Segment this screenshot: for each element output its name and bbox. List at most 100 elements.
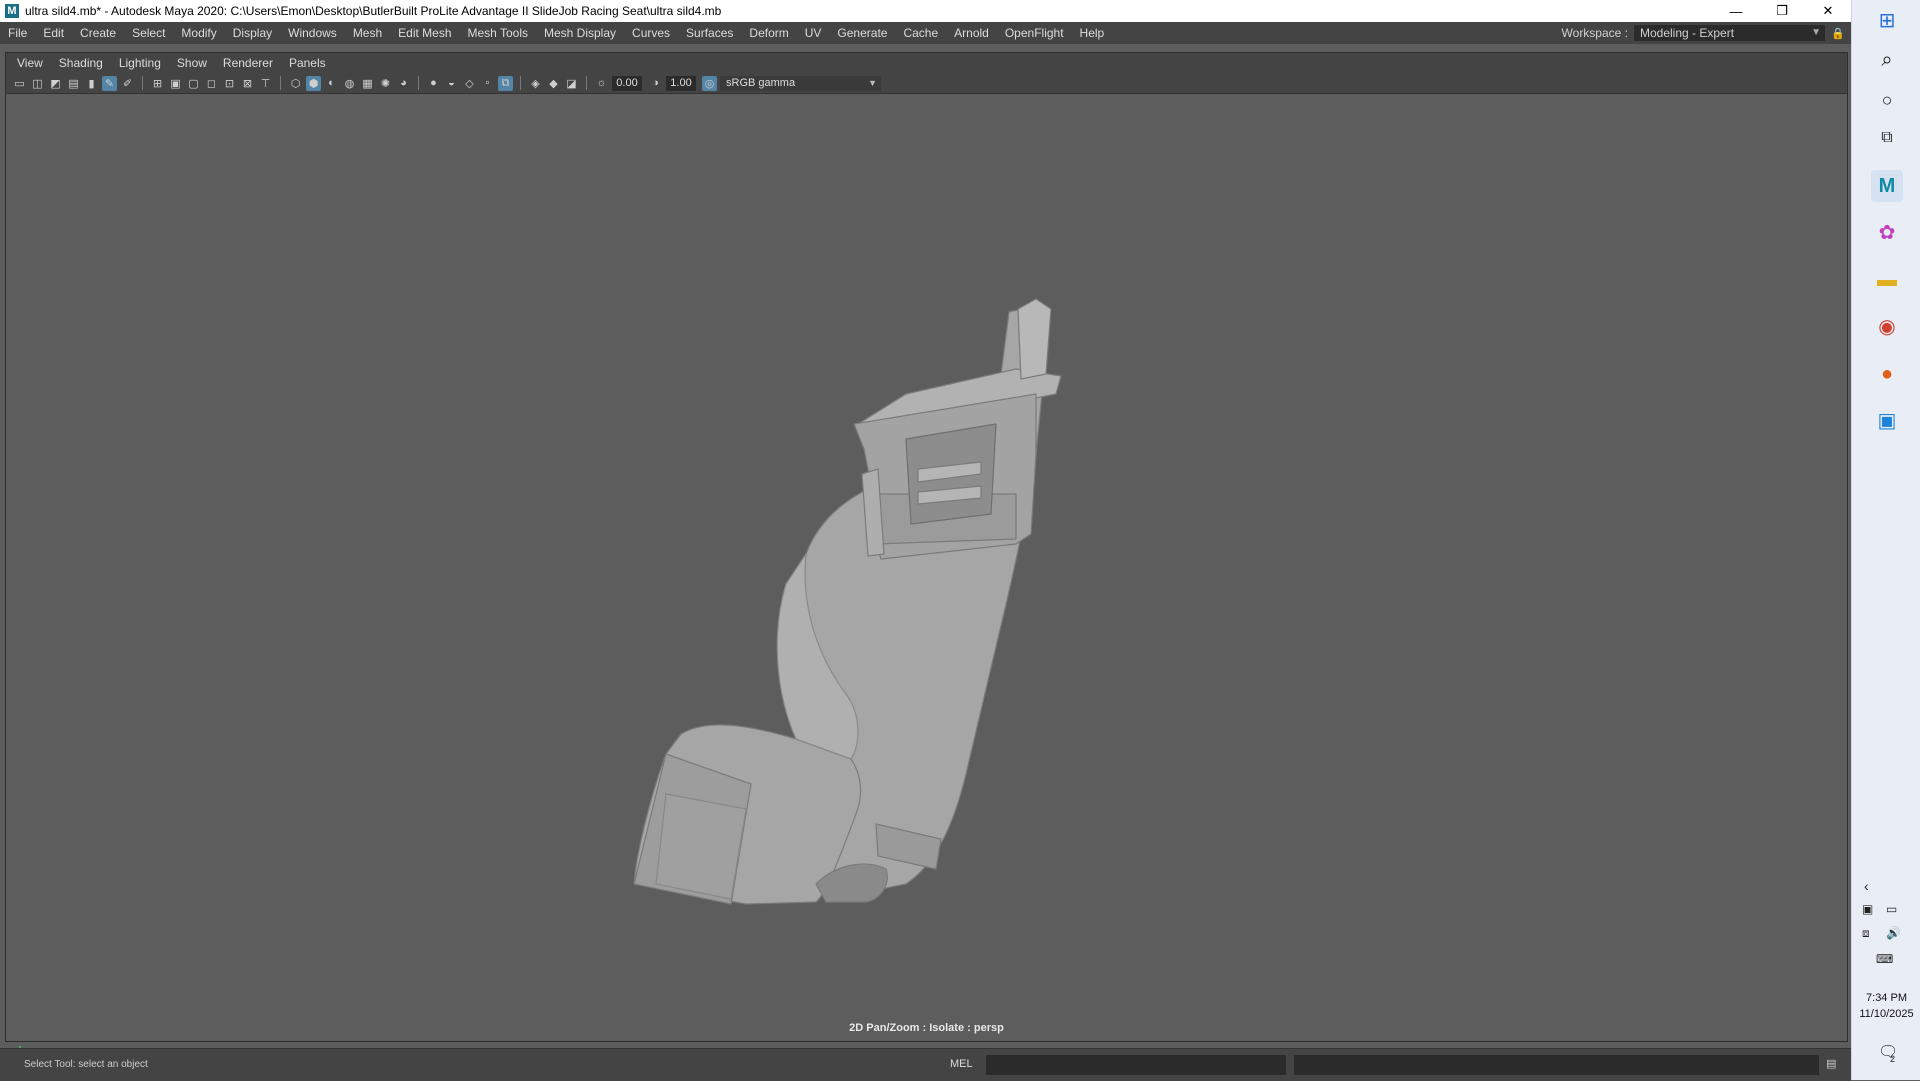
exposure-field[interactable]: 0.00 [612, 75, 642, 91]
menu-create[interactable]: Create [72, 26, 124, 40]
pin-icon[interactable]: ▮ [84, 76, 99, 91]
menu-uv[interactable]: UV [797, 26, 830, 40]
gamma-icon[interactable]: ◑ [648, 76, 663, 91]
menu-mesh-display[interactable]: Mesh Display [536, 26, 624, 40]
copilot-icon[interactable]: ✿ [1871, 216, 1903, 248]
depth-of-field-icon[interactable]: ▫ [480, 76, 495, 91]
isolate-select-icon[interactable]: ⧉ [498, 75, 513, 91]
safe-action-icon[interactable]: ⊠ [240, 76, 255, 91]
motion-blur-icon[interactable]: ◒ [444, 76, 459, 91]
gamma-field[interactable]: 1.00 [666, 75, 696, 91]
view-transform-dropdown[interactable]: sRGB gamma ▼ [720, 75, 881, 91]
windows-start-icon[interactable]: ⊞ [1871, 4, 1903, 36]
viewport-panel: View Shading Lighting Show Renderer Pane… [5, 52, 1848, 1067]
default-material-icon[interactable]: ◐ [324, 76, 339, 91]
camera-attributes-icon[interactable]: ◫ [30, 76, 45, 91]
photos-icon[interactable]: ▣ [1871, 404, 1903, 436]
notification-count: 2 [1890, 1054, 1896, 1064]
chrome-icon[interactable]: ◉ [1871, 310, 1903, 342]
color-management-icon[interactable]: ◎ [702, 75, 717, 91]
network-share-icon[interactable]: ▣ [1862, 902, 1873, 916]
workspace-dropdown[interactable]: Modeling - Expert ▼ [1634, 25, 1825, 41]
file-explorer-icon[interactable]: ▬ [1871, 264, 1903, 296]
menu-mesh-tools[interactable]: Mesh Tools [460, 26, 536, 40]
menu-openflight[interactable]: OpenFlight [997, 26, 1072, 40]
script-editor-icon[interactable]: ▤ [1826, 1057, 1842, 1073]
bookmark-icon[interactable]: ◩ [48, 76, 63, 91]
task-view-icon[interactable]: ⧉ [1871, 122, 1903, 154]
racing-seat-model[interactable] [6, 94, 1847, 1040]
resolution-gate-icon[interactable]: ▢ [186, 76, 201, 91]
shadows-icon[interactable]: ◕ [396, 76, 411, 91]
wireframe-icon[interactable]: ⬡ [288, 76, 303, 91]
xray-icon[interactable]: ◈ [528, 76, 543, 91]
3d-viewport[interactable] [6, 94, 1847, 1040]
menu-display[interactable]: Display [225, 26, 280, 40]
wireframe-on-shaded-icon[interactable]: ◍ [342, 76, 357, 91]
screen-space-ao-icon[interactable]: ● [426, 76, 441, 91]
view-transform-value: sRGB gamma [726, 76, 796, 89]
maya-taskbar-icon[interactable]: M [1871, 170, 1903, 202]
keyboard-icon[interactable]: ⌨ [1876, 952, 1893, 966]
panel-menu-view[interactable]: View [9, 56, 51, 70]
xray-components-icon[interactable]: ◪ [564, 76, 579, 91]
camera-icon[interactable]: ▭ [12, 76, 27, 91]
search-icon[interactable]: ⌕ [1871, 44, 1903, 76]
main-menu-bar: File Edit Create Select Modify Display W… [0, 22, 1851, 44]
menu-generate[interactable]: Generate [829, 26, 895, 40]
clock-time[interactable]: 7:34 PM [1852, 992, 1920, 1004]
firefox-icon[interactable]: ● [1871, 358, 1903, 390]
menu-mesh[interactable]: Mesh [345, 26, 390, 40]
panel-menu-lighting[interactable]: Lighting [111, 56, 169, 70]
menu-cache[interactable]: Cache [895, 26, 946, 40]
exposure-icon[interactable]: ☼ [594, 76, 609, 91]
image-plane-icon[interactable]: ▤ [66, 76, 81, 91]
lock-icon[interactable]: 🔒 [1831, 27, 1845, 40]
panel-menu-panels[interactable]: Panels [281, 56, 334, 70]
menu-edit[interactable]: Edit [35, 26, 72, 40]
menu-windows[interactable]: Windows [280, 26, 345, 40]
panel-menu-show[interactable]: Show [169, 56, 215, 70]
field-chart-icon[interactable]: ⊡ [222, 76, 237, 91]
pencil-icon[interactable]: ✐ [120, 76, 135, 91]
textured-icon[interactable]: ▦ [360, 76, 375, 91]
restore-button[interactable]: ❐ [1759, 0, 1805, 22]
command-line-input[interactable] [986, 1055, 1286, 1075]
close-button[interactable]: ✕ [1805, 0, 1851, 22]
film-gate-icon[interactable]: ▣ [168, 76, 183, 91]
maya-logo-icon: M [5, 4, 19, 18]
windows-taskbar: ⊞ ⌕ ○ ⧉ M ✿ ▬ ◉ ● ▣ ‹ ▣ ▭ ⧈ 🔊 ⌨ 7:34 PM … [1851, 0, 1920, 1080]
volume-icon[interactable]: 🔊 [1886, 926, 1901, 940]
menu-arnold[interactable]: Arnold [946, 26, 997, 40]
smooth-shade-icon[interactable]: ⬢ [306, 75, 321, 91]
menu-deform[interactable]: Deform [741, 26, 796, 40]
usb-icon[interactable]: ⧈ [1862, 926, 1870, 941]
menu-curves[interactable]: Curves [624, 26, 678, 40]
display-icon[interactable]: ▭ [1886, 902, 1897, 916]
minimize-button[interactable]: — [1713, 0, 1759, 22]
menu-edit-mesh[interactable]: Edit Mesh [390, 26, 459, 40]
xray-joints-icon[interactable]: ◆ [546, 76, 561, 91]
grid-icon[interactable]: ⊞ [150, 76, 165, 91]
lights-icon[interactable]: ✺ [378, 76, 393, 91]
menu-file[interactable]: File [0, 26, 35, 40]
mel-toggle[interactable]: MEL [950, 1058, 973, 1070]
panel-menu-renderer[interactable]: Renderer [215, 56, 281, 70]
chevron-left-icon[interactable]: ‹ [1864, 878, 1869, 894]
notification-center-icon[interactable]: 🗨 [1878, 1042, 1898, 1062]
clock-date[interactable]: 11/10/2025 [1852, 1008, 1920, 1020]
menu-surfaces[interactable]: Surfaces [678, 26, 741, 40]
gate-mask-icon[interactable]: ◻ [204, 76, 219, 91]
multisample-aa-icon[interactable]: ◇ [462, 76, 477, 91]
workspace-area: Workspace : Modeling - Expert ▼ 🔒 [1562, 22, 1845, 44]
title-bar: M ultra sild4.mb* - Autodesk Maya 2020: … [0, 0, 1851, 22]
menu-modify[interactable]: Modify [173, 26, 224, 40]
menu-help[interactable]: Help [1072, 26, 1113, 40]
safe-title-icon[interactable]: ⊤ [258, 76, 273, 91]
cortana-icon[interactable]: ○ [1871, 84, 1903, 116]
panel-menu-shading[interactable]: Shading [51, 56, 111, 70]
menu-select[interactable]: Select [124, 26, 173, 40]
panel-menu-bar: View Shading Lighting Show Renderer Pane… [6, 53, 1847, 73]
grease-pencil-icon[interactable]: ✎ [102, 75, 117, 91]
chevron-down-icon: ▼ [1811, 27, 1821, 38]
